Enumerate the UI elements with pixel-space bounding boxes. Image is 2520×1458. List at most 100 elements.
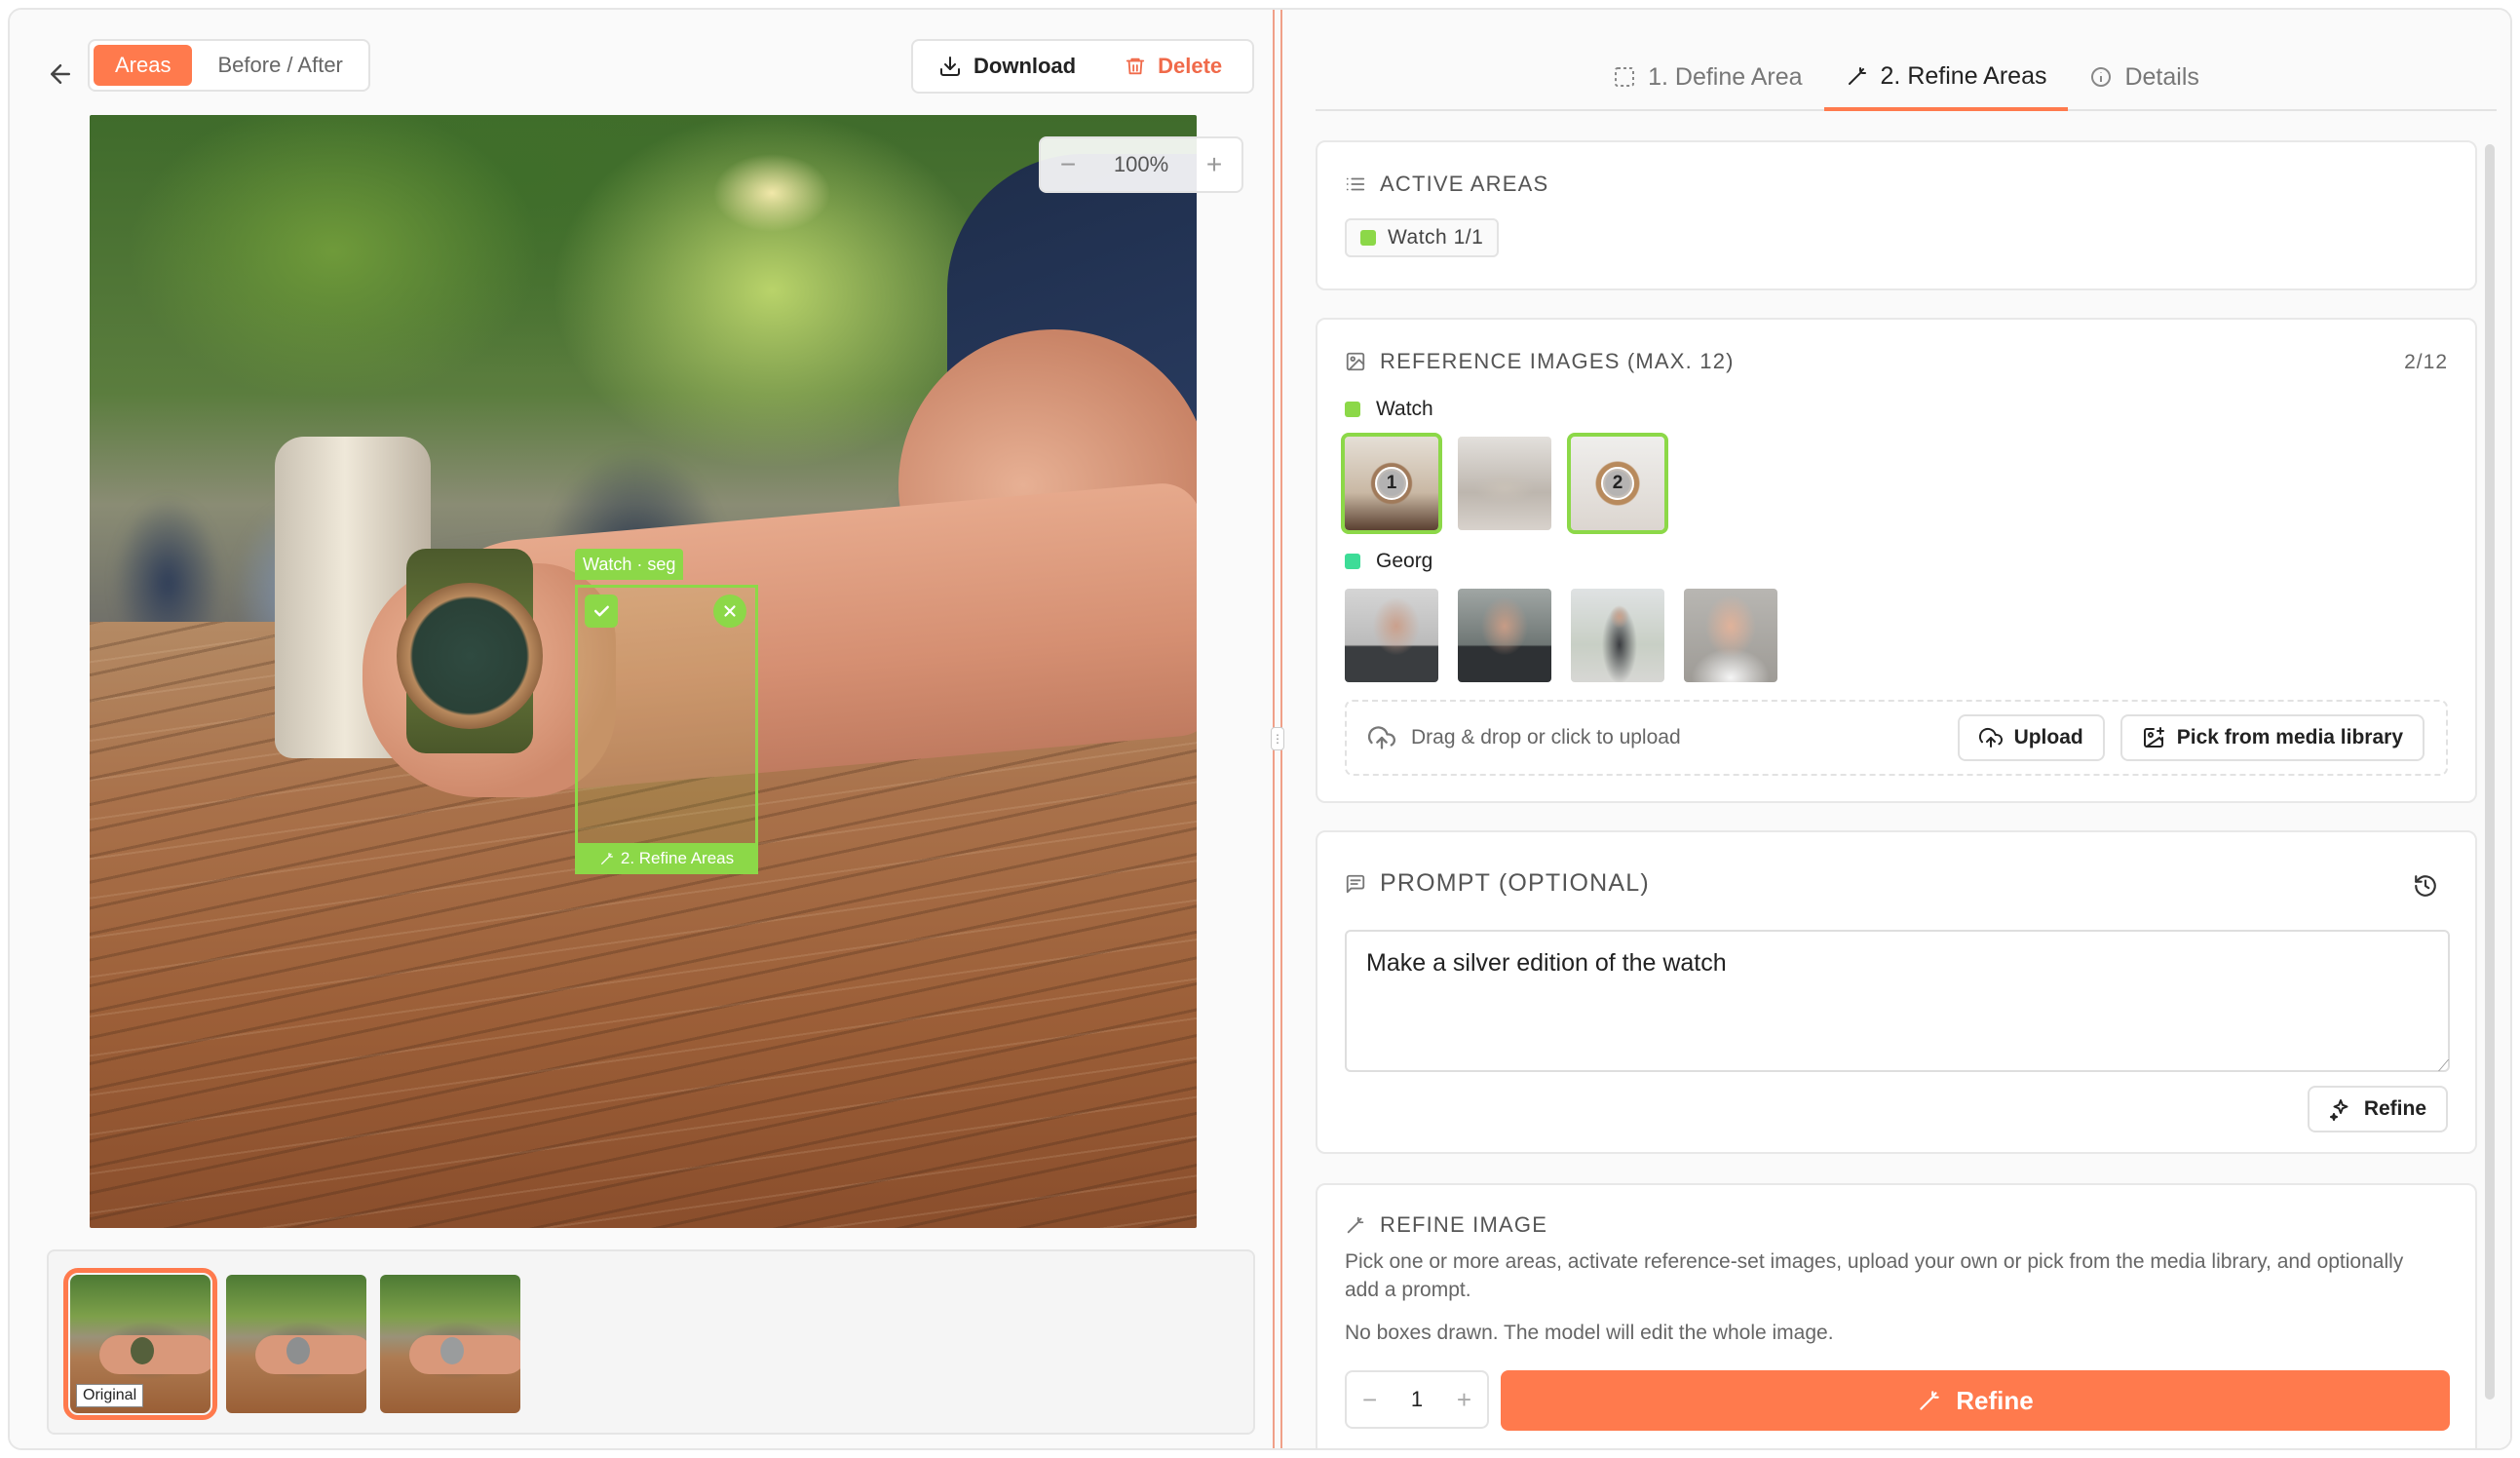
delete-label: Delete — [1158, 54, 1223, 78]
group-color-swatch — [1345, 554, 1360, 569]
reference-image-watch-1[interactable]: 1 — [1341, 433, 1442, 534]
reference-image-watch-2[interactable] — [1458, 437, 1551, 530]
variation-count-stepper: − 1 + — [1345, 1370, 1489, 1429]
area-box-watch[interactable] — [575, 585, 758, 873]
image-plus-icon — [2143, 727, 2164, 748]
thumbnail-label: Original — [76, 1384, 144, 1407]
active-areas-card: ACTIVE AREAS Watch 1/1 — [1316, 140, 2477, 290]
media-library-button[interactable]: Pick from media library — [2119, 714, 2425, 761]
remove-area-button[interactable] — [713, 595, 746, 628]
area-chip-label: Watch 1/1 — [1388, 226, 1484, 249]
thumbnail-arm — [99, 1335, 210, 1374]
reference-images-title-row: REFERENCE IMAGES (MAX. 12) — [1345, 349, 1735, 374]
upload-button[interactable]: Upload — [1957, 714, 2105, 761]
reference-group-label: Watch — [1376, 398, 1433, 420]
zoom-in-button[interactable]: + — [1201, 149, 1228, 180]
upload-button-label: Upload — [2013, 726, 2083, 748]
area-box-label: Watch · seg — [575, 549, 684, 580]
history-icon — [2415, 875, 2436, 897]
zoom-level: 100% — [1113, 152, 1169, 176]
view-mode-before-after[interactable]: Before / After — [196, 45, 363, 86]
magic-wand-icon — [1848, 67, 1866, 85]
tab-define-area[interactable]: 1. Define Area — [1591, 45, 1823, 109]
selection-order-badge: 1 — [1375, 467, 1408, 500]
reference-group-georg: Georg — [1345, 550, 1432, 573]
reference-image-georg-2[interactable] — [1458, 589, 1551, 682]
refine-button[interactable]: Refine — [1501, 1370, 2450, 1431]
tab-details[interactable]: Details — [2068, 45, 2220, 109]
thumbnail-watch — [286, 1337, 310, 1364]
workflow-tabs: 1. Define Area 2. Refine Areas Details — [1316, 45, 2497, 111]
upload-hint: Drag & drop or click to upload — [1411, 726, 1681, 748]
prompt-history-button[interactable] — [2413, 873, 2438, 903]
refine-prompt-label: Refine — [2363, 1097, 2426, 1120]
reference-image-watch-3[interactable]: 2 — [1567, 433, 1668, 534]
decrement-button[interactable]: − — [1362, 1385, 1377, 1415]
textarea-resize-handle[interactable]: ⟋ — [2438, 1058, 2449, 1076]
group-color-swatch — [1345, 402, 1360, 417]
zoom-control: − 100% + — [1039, 136, 1243, 193]
confirm-area-button[interactable] — [585, 595, 618, 628]
reference-group-watch: Watch — [1345, 398, 1433, 421]
tab-label: 1. Define Area — [1648, 62, 1803, 91]
refine-image-description: Pick one or more areas, activate referen… — [1345, 1250, 2404, 1301]
reference-image-georg-4[interactable] — [1684, 589, 1777, 682]
scrollbar-thumb[interactable] — [2485, 144, 2495, 1400]
cloud-upload-icon — [1368, 726, 1395, 749]
version-thumbnails: Original — [47, 1249, 1255, 1435]
check-icon — [593, 605, 609, 617]
reference-images-title: REFERENCE IMAGES (MAX. 12) — [1380, 349, 1735, 373]
download-icon — [940, 57, 960, 76]
arrow-left-icon — [51, 64, 70, 84]
back-button[interactable] — [39, 53, 82, 96]
refine-button-label: Refine — [1956, 1385, 2034, 1415]
download-button[interactable]: Download — [913, 41, 1099, 92]
tab-refine-areas[interactable]: 2. Refine Areas — [1823, 45, 2069, 111]
close-icon — [724, 605, 736, 617]
image-icon — [1346, 352, 1365, 371]
area-refine-label: 2. Refine Areas — [620, 849, 735, 867]
area-refine-button[interactable]: 2. Refine Areas — [575, 843, 758, 874]
tab-label: Details — [2124, 62, 2199, 91]
variation-count[interactable]: 1 — [1411, 1387, 1423, 1412]
trash-icon — [1126, 58, 1145, 75]
thumbnail-arm — [255, 1335, 366, 1374]
refine-image-note: No boxes drawn. The model will edit the … — [1345, 1322, 1834, 1344]
prompt-card: PROMPT (OPTIONAL) Make a silver edition … — [1316, 830, 2477, 1154]
reference-images-card: REFERENCE IMAGES (MAX. 12) 2/12 Watch 1 … — [1316, 318, 2477, 803]
thumbnail-arm — [409, 1335, 520, 1374]
image-actions: Download Delete — [911, 39, 1254, 94]
thumbnail-original[interactable]: Original — [63, 1268, 217, 1420]
selection-order-badge: 2 — [1601, 467, 1634, 500]
reference-image-georg-3[interactable] — [1571, 589, 1664, 682]
reference-images-count: 2/12 — [2404, 351, 2448, 373]
download-label: Download — [974, 54, 1077, 78]
prompt-input[interactable]: Make a silver edition of the watch — [1345, 930, 2450, 1072]
area-color-swatch — [1360, 230, 1376, 246]
area-chip-watch[interactable]: Watch 1/1 — [1345, 218, 1500, 257]
increment-button[interactable]: + — [1457, 1385, 1471, 1415]
prompt-title: PROMPT (OPTIONAL) — [1380, 869, 1650, 897]
zoom-out-button[interactable]: − — [1054, 149, 1082, 180]
magic-wand-icon — [1347, 1216, 1364, 1234]
drag-handle[interactable]: ⋮ — [1271, 727, 1284, 750]
magic-wand-icon — [1920, 1391, 1940, 1410]
photo-watch-case — [397, 583, 543, 729]
settings-scrollbar[interactable] — [2485, 144, 2495, 1400]
thumbnail-version-3[interactable] — [380, 1275, 520, 1413]
refine-prompt-button[interactable]: Refine — [2307, 1086, 2448, 1132]
refine-image-title: REFINE IMAGE — [1380, 1212, 1548, 1237]
info-icon — [2091, 67, 2112, 87]
upload-dropzone[interactable]: Drag & drop or click to upload Upload Pi… — [1345, 700, 2448, 776]
list-icon — [1346, 177, 1365, 191]
dashed-square-icon — [1615, 67, 1635, 87]
thumbnail-watch — [131, 1337, 154, 1364]
cloud-upload-icon — [1978, 727, 2003, 748]
tab-label: 2. Refine Areas — [1880, 61, 2047, 90]
delete-button[interactable]: Delete — [1099, 41, 1245, 92]
reference-group-label: Georg — [1376, 550, 1433, 572]
thumbnail-version-2[interactable] — [226, 1275, 366, 1413]
view-mode-areas[interactable]: Areas — [94, 45, 193, 86]
active-areas-title: ACTIVE AREAS — [1380, 172, 1549, 196]
reference-image-georg-1[interactable] — [1345, 589, 1438, 682]
